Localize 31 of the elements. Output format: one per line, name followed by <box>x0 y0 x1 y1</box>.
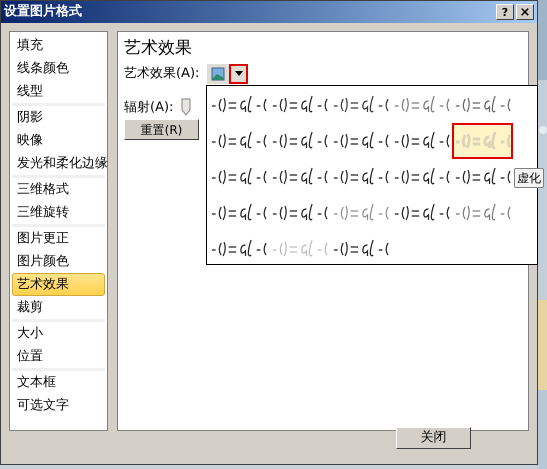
effect-thumbnail[interactable] <box>452 123 513 159</box>
sidebar-item[interactable]: 艺术效果 <box>12 273 105 296</box>
sidebar-item[interactable]: 大小 <box>12 322 105 345</box>
sidebar-item[interactable]: 图片更正 <box>12 227 105 250</box>
sidebar-item[interactable]: 线型 <box>12 80 105 103</box>
sidebar-item[interactable]: 可选文字 <box>12 394 105 417</box>
sidebar-item[interactable]: 文本框 <box>12 371 105 394</box>
sidebar-item[interactable]: 三维旋转 <box>12 201 105 224</box>
help-button[interactable]: ? <box>496 4 514 20</box>
sidebar-item[interactable]: 发光和柔化边缘 <box>12 152 105 175</box>
effect-preview-button[interactable] <box>207 64 230 84</box>
sidebar-item[interactable]: 三维格式 <box>12 178 105 201</box>
close-dialog-button[interactable]: 关闭 <box>396 427 471 449</box>
sidebar-item[interactable]: 图片颜色 <box>12 250 105 273</box>
slider-thumb[interactable] <box>181 98 192 116</box>
sidebar-item[interactable]: 映像 <box>12 129 105 152</box>
dropdown-button[interactable] <box>229 64 248 84</box>
field-label: 辐射(A): <box>124 98 174 116</box>
image-icon <box>211 66 226 80</box>
sidebar-item[interactable]: 位置 <box>12 345 105 368</box>
field-label: 艺术效果(A): <box>124 64 200 83</box>
tooltip: 虚化 <box>514 168 544 188</box>
sidebar-item[interactable]: 线条颜色 <box>12 57 105 80</box>
window-title: 设置图片格式 <box>4 3 82 22</box>
sidebar-item[interactable]: 裁剪 <box>12 296 105 319</box>
sidebar-item[interactable]: 阴影 <box>12 106 105 129</box>
section-heading: 艺术效果 <box>124 37 193 60</box>
caret-icon <box>234 71 243 76</box>
sidebar-item[interactable]: 填充 <box>12 34 105 57</box>
close-button[interactable]: × <box>516 4 534 20</box>
reset-button[interactable]: 重置(R) <box>124 119 199 140</box>
